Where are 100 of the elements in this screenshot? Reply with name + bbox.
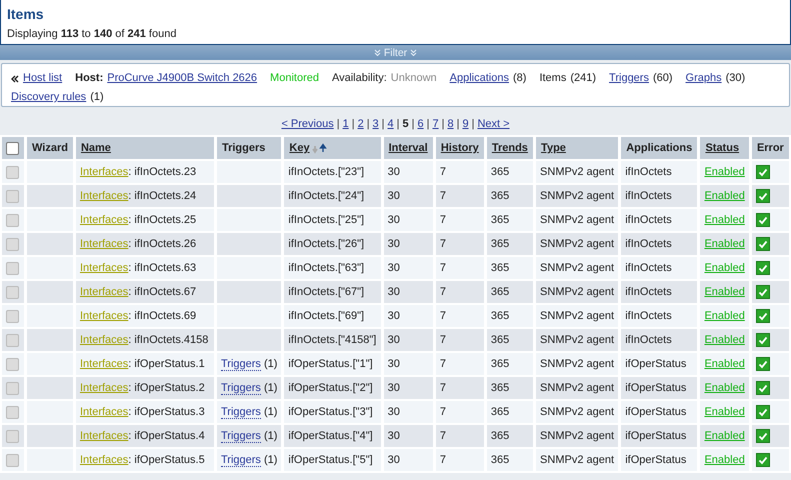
page-link[interactable]: 2 [358,118,364,130]
table-cell: 7 [436,377,484,399]
triggers-link[interactable]: Triggers [220,406,261,419]
table-cell: 7 [436,305,484,327]
table-cell: 7 [436,353,484,375]
section-count: (60) [652,72,673,84]
table-cell: ifInOctets.["26"] [284,233,381,255]
table-cell: SNMPv2 agent [536,377,618,399]
table-cell: ifOperStatus [621,353,698,375]
table-cell: ifInOctets.["25"] [284,209,381,231]
host-list-link[interactable]: Host list [23,72,62,84]
item-name: : ifOperStatus.2 [128,382,205,394]
table-cell: SNMPv2 agent [536,305,618,327]
page-title: Items [7,6,45,22]
table-cell: ifOperStatus [621,377,698,399]
page-link[interactable]: 7 [432,118,439,130]
table-cell: 7 [436,161,484,183]
page-link[interactable]: 8 [447,118,454,130]
table-cell: SNMPv2 agent [536,185,618,207]
double-chevron-icon [410,49,418,56]
table-cell: SNMPv2 agent [536,401,618,423]
table-cell: 7 [436,209,484,231]
column-sort-link[interactable]: Type [541,142,566,154]
table-cell: ifInOctets.["23"] [284,161,381,183]
page-link[interactable]: 3 [372,118,379,130]
select-all-checkbox[interactable] [6,142,19,154]
table-cell: ifInOctets [621,185,698,207]
column-header[interactable]: Name [76,137,214,159]
column-sort-link[interactable]: Trends [492,142,528,154]
table-cell: ifInOctets.["69"] [284,305,381,327]
row-checkbox[interactable] [6,310,19,322]
host-section-label: Items [539,72,566,84]
item-name: : ifOperStatus.1 [128,358,205,370]
table-cell: 365 [486,449,534,471]
column-sort-link[interactable]: Interval [388,142,428,154]
table-cell: 7 [436,281,484,303]
table-cell: ifOperStatus.["3"] [284,401,381,423]
column-sort-link[interactable]: History [440,142,479,154]
table-cell: 365 [486,161,534,183]
host-section-link[interactable]: Discovery rules [11,91,86,103]
row-checkbox[interactable] [6,238,19,250]
triggers-link[interactable]: Triggers [220,454,261,467]
row-checkbox[interactable] [6,334,19,346]
column-header[interactable]: Type [536,137,618,159]
row-checkbox[interactable] [6,286,19,298]
row-checkbox[interactable] [6,190,19,202]
triggers-link[interactable]: Triggers [220,358,261,371]
table-cell: 30 [384,305,433,327]
item-name: : ifInOctets.25 [128,214,196,226]
item-name: : ifInOctets.24 [128,190,196,202]
row-checkbox[interactable] [6,382,19,394]
page-separator: | [396,118,400,130]
row-checkbox[interactable] [6,166,19,178]
table-cell: 30 [384,257,433,279]
table-cell: 365 [486,233,534,255]
item-name: : ifOperStatus.3 [128,406,205,418]
column-header[interactable]: History [436,137,484,159]
triggers-link[interactable]: Triggers [220,430,261,443]
table-cell: 30 [384,401,433,423]
table-cell [27,281,73,303]
column-sort-link[interactable]: Name [80,142,111,154]
trigger-count: (1) [264,430,278,442]
column-title: Applications [626,142,692,154]
page-link[interactable]: 5 [402,118,409,130]
column-header[interactable]: Key [284,137,381,159]
row-checkbox[interactable] [6,406,19,418]
item-name: : ifInOctets.26 [128,238,196,250]
page-link[interactable]: 9 [462,118,469,130]
table-cell: 30 [384,209,433,231]
page-link[interactable]: 4 [388,118,394,130]
table-cell: 7 [436,401,484,423]
table-cell: 30 [384,233,433,255]
host-section-link[interactable]: Applications [450,72,509,84]
row-checkbox[interactable] [6,262,19,274]
row-checkbox[interactable] [6,454,19,466]
host-label: Host: [75,72,104,84]
column-sort-link[interactable]: Status [705,142,740,154]
trigger-count: (1) [264,358,278,370]
table-cell: 7 [436,257,484,279]
table-cell [216,233,282,255]
page-link[interactable]: 6 [418,118,424,130]
column-header[interactable]: Status [700,137,749,159]
column-sort-link[interactable]: Key [289,142,310,154]
previous-page-link[interactable]: < Previous [281,118,334,130]
row-checkbox[interactable] [6,430,19,442]
column-header[interactable]: Interval [384,137,433,159]
next-page-link[interactable]: Next > [477,118,510,130]
host-status: Monitored [270,72,319,84]
triggers-link[interactable]: Triggers [220,382,261,395]
table-cell: 365 [486,401,534,423]
row-checkbox[interactable] [6,214,19,226]
column-header[interactable]: Trends [486,137,534,159]
table-cell: 365 [486,425,534,447]
host-section-link[interactable]: Triggers [609,72,649,84]
host-link[interactable]: ProCurve J4900B Switch 2626 [107,72,258,84]
page-link[interactable]: 1 [342,118,349,130]
table-cell: SNMPv2 agent [536,281,618,303]
host-section-link[interactable]: Graphs [686,72,722,84]
table-cell [216,329,282,351]
row-checkbox[interactable] [6,358,19,370]
